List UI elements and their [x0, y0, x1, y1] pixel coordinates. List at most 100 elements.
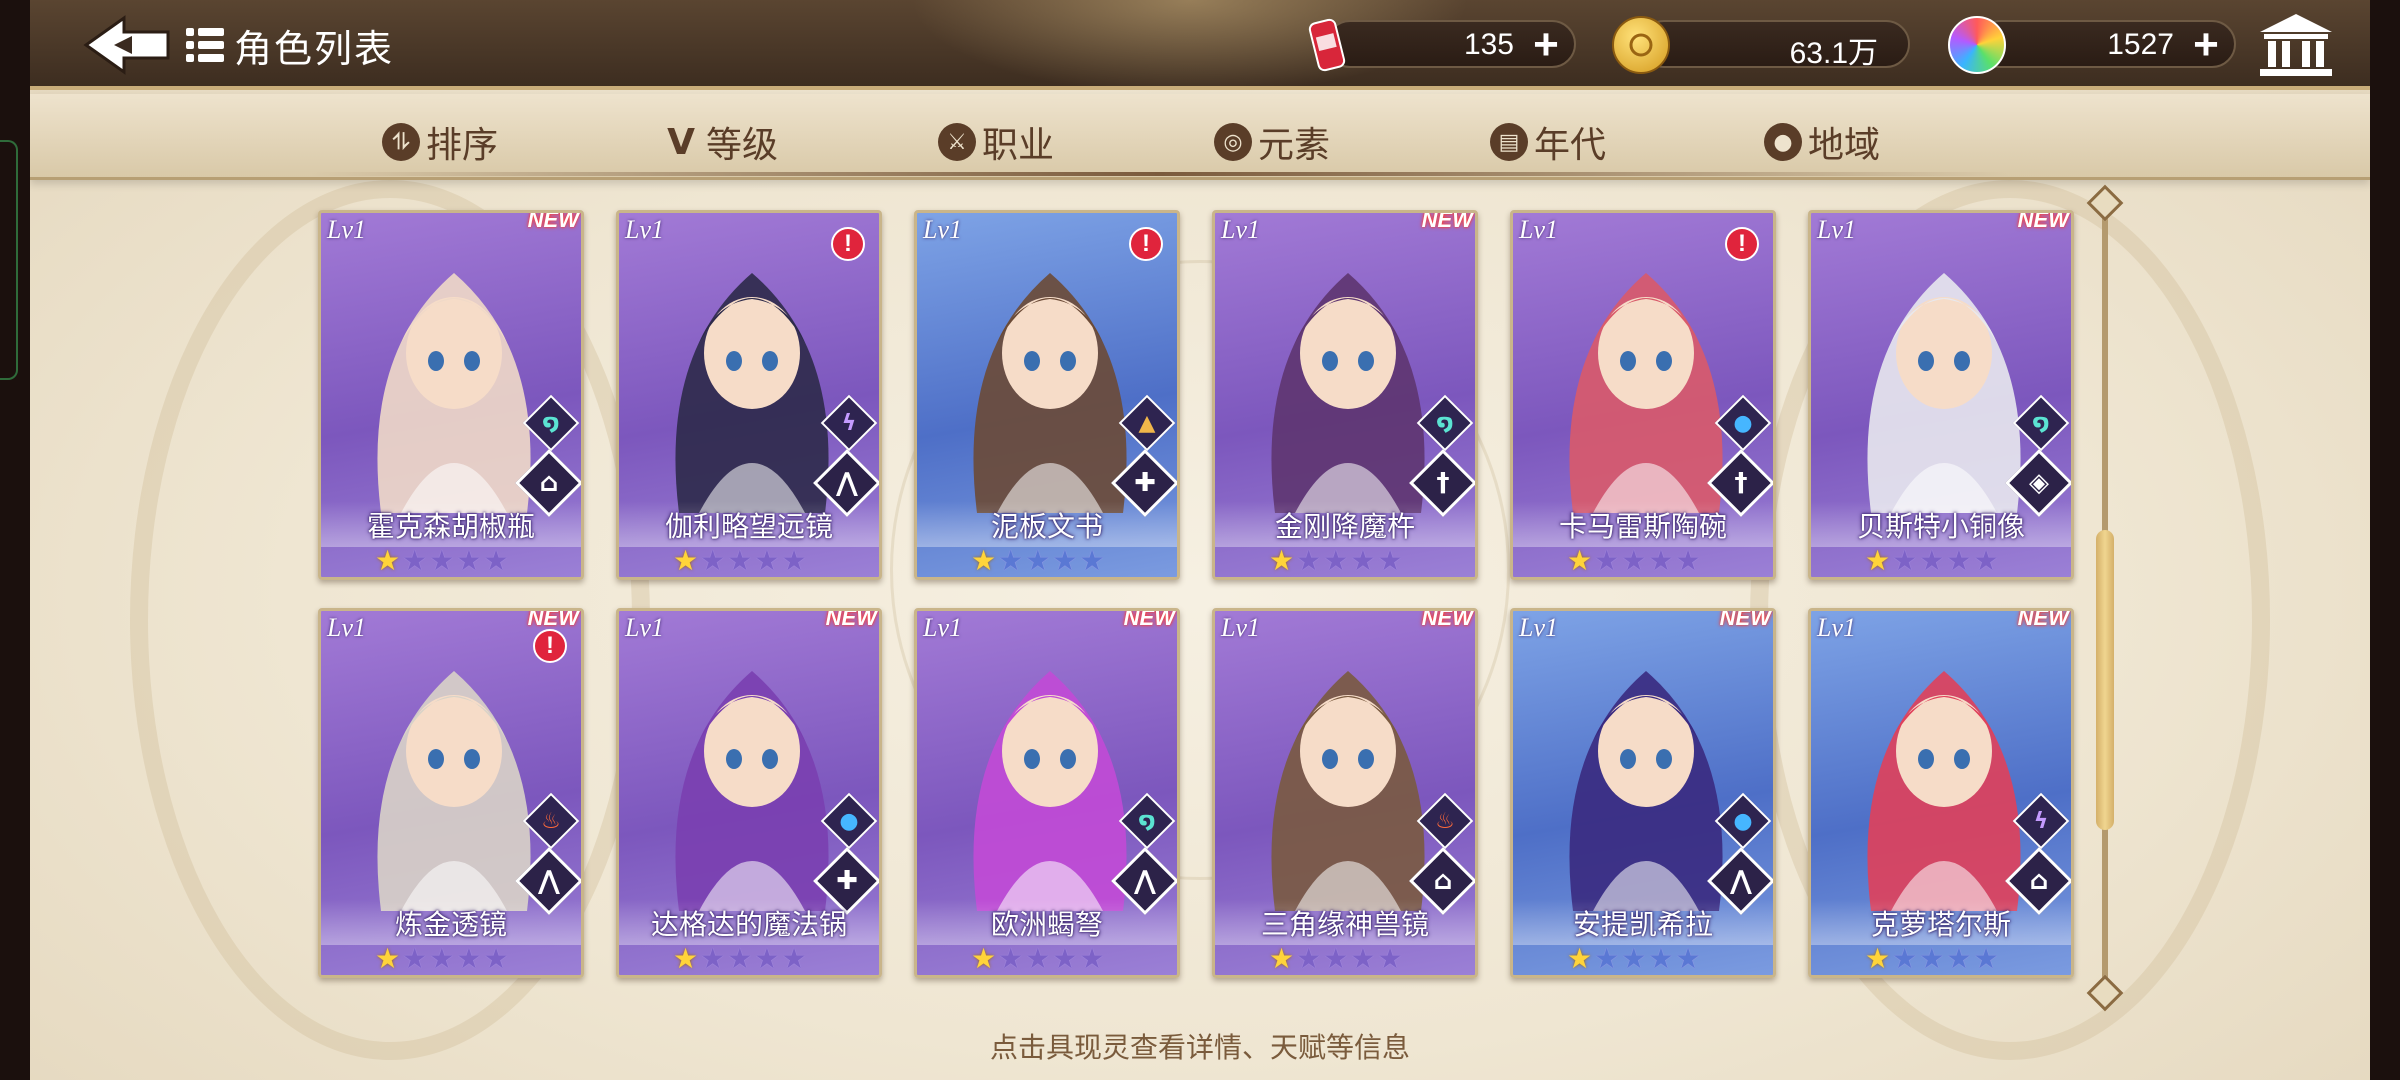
star-empty-icon: ★ [1675, 942, 1701, 975]
gems-value: 1527 [2107, 28, 2174, 61]
star-empty-icon: ★ [754, 942, 780, 975]
filter-class[interactable]: ⚔ 职业 [938, 116, 1054, 168]
alert-icon: ! [533, 629, 567, 663]
character-name: 炼金透镜 [394, 908, 507, 941]
star-rating: ★ ★ ★ ★ ★ [1567, 547, 1701, 575]
right-frame [2370, 0, 2400, 1080]
star-empty-icon: ★ [456, 544, 482, 577]
character-card[interactable]: Lv1! ϟ ⋀ 伽利略望远镜 ★ ★ ★ ★ ★ [616, 210, 882, 580]
level-label: Lv1 [1817, 613, 1856, 642]
star-empty-icon: ★ [1892, 544, 1918, 577]
star-empty-icon: ★ [1377, 544, 1403, 577]
new-badge: NEW [1719, 608, 1771, 630]
star-rating: ★ ★ ★ ★ ★ [971, 547, 1105, 575]
star-empty-icon: ★ [483, 544, 509, 577]
filter-sort-label: 排序 [426, 125, 499, 166]
star-rating: ★ ★ ★ ★ ★ [971, 945, 1105, 973]
character-card[interactable]: Lv1 NEW! ♨ ⋀ 炼金透镜 ★ ★ ★ ★ ★ [318, 608, 584, 978]
character-card[interactable]: Lv1 NEW ໑ ◈ 贝斯特小铜像 ★ ★ ★ ★ ★ [1808, 210, 2074, 580]
stamina-value: 135 [1463, 28, 1514, 61]
star-empty-icon: ★ [1323, 942, 1349, 975]
star-empty-icon: ★ [1648, 544, 1674, 577]
filter-era-label: 年代 [1534, 125, 1607, 166]
star-rating: ★ ★ ★ ★ ★ [1269, 547, 1403, 575]
character-card[interactable]: Lv1 NEW ● ✚ 达格达的魔法锅 ★ ★ ★ ★ ★ [616, 608, 882, 978]
star-empty-icon: ★ [1079, 942, 1105, 975]
star-empty-icon: ★ [429, 544, 455, 577]
new-badge: NEW [1123, 608, 1175, 630]
alert-icon: ! [1129, 227, 1163, 261]
star-empty-icon: ★ [1946, 942, 1972, 975]
star-empty-icon: ★ [1919, 942, 1945, 975]
filter-era[interactable]: ▤ 年代 [1490, 116, 1606, 168]
era-icon: ▤ [1490, 123, 1528, 161]
star-filled-icon: ★ [375, 544, 401, 577]
character-card[interactable]: Lv1! ● † 卡马雷斯陶碗 ★ ★ ★ ★ ★ [1510, 210, 1776, 580]
back-arrow-icon [83, 15, 170, 75]
filter-element[interactable]: ◎ 元素 [1214, 116, 1330, 168]
star-empty-icon: ★ [998, 544, 1024, 577]
character-name: 贝斯特小铜像 [1856, 510, 2025, 543]
star-empty-icon: ★ [1946, 544, 1972, 577]
add-stamina-button[interactable]: + [1526, 23, 1566, 67]
star-empty-icon: ★ [781, 544, 807, 577]
level-label: Lv1 [1221, 215, 1260, 244]
top-bar: 角色列表 135 + 63.1万 1527 + [30, 0, 2370, 96]
star-rating: ★ ★ ★ ★ ★ [673, 945, 807, 973]
star-filled-icon: ★ [673, 544, 699, 577]
new-badge: NEW [1421, 608, 1473, 630]
star-filled-icon: ★ [375, 942, 401, 975]
star-filled-icon: ★ [1865, 942, 1891, 975]
character-name: 达格达的魔法锅 [650, 908, 847, 941]
star-empty-icon: ★ [727, 942, 753, 975]
level-label: Lv1 [1817, 215, 1856, 244]
star-empty-icon: ★ [1052, 942, 1078, 975]
resource-stamina: 135 + [1308, 18, 1576, 72]
side-edge-tab[interactable] [0, 140, 18, 380]
star-empty-icon: ★ [1648, 942, 1674, 975]
star-empty-icon: ★ [1025, 942, 1051, 975]
character-name: 伽利略望远镜 [664, 510, 833, 543]
character-card[interactable]: Lv1 NEW ♨ ⌂ 三角缘神兽镜 ★ ★ ★ ★ ★ [1212, 608, 1478, 978]
star-empty-icon: ★ [1973, 544, 1999, 577]
character-name: 克萝塔尔斯 [1870, 908, 2011, 941]
character-card[interactable]: Lv1! ▲ ✚ 泥板文书 ★ ★ ★ ★ ★ [914, 210, 1180, 580]
filter-level[interactable]: V 等级 [662, 116, 778, 168]
title-group: 角色列表 [186, 20, 394, 71]
scroll-thumb[interactable] [2096, 530, 2114, 830]
star-filled-icon: ★ [1269, 544, 1295, 577]
character-card[interactable]: Lv1 NEW ໑ ⋀ 欧洲蝎弩 ★ ★ ★ ★ ★ [914, 608, 1180, 978]
back-button[interactable] [80, 14, 176, 76]
museum-button[interactable] [2258, 12, 2334, 78]
star-filled-icon: ★ [1567, 942, 1593, 975]
soda-can-icon [1298, 16, 1356, 74]
star-rating: ★ ★ ★ ★ ★ [1865, 547, 1999, 575]
hint-text: 点击具现灵查看详情、天赋等信息 [989, 1031, 1410, 1064]
character-card[interactable]: Lv1 NEW ໑ ⌂ 霍克森胡椒瓶 ★ ★ ★ ★ ★ [318, 210, 584, 580]
add-gems-button[interactable]: + [2186, 23, 2226, 67]
star-empty-icon: ★ [1296, 544, 1322, 577]
star-empty-icon: ★ [700, 942, 726, 975]
star-empty-icon: ★ [429, 942, 455, 975]
filter-bar: ⥮ 排序 V 等级 ⚔ 职业 ◎ 元素 ▤ 年代 ● 地域 [30, 94, 2370, 180]
level-label: Lv1 [1519, 613, 1558, 642]
character-card[interactable]: Lv1 NEW ● ⋀ 安提凯希拉 ★ ★ ★ ★ ★ [1510, 608, 1776, 978]
star-empty-icon: ★ [998, 942, 1024, 975]
star-filled-icon: ★ [1567, 544, 1593, 577]
star-empty-icon: ★ [1594, 544, 1620, 577]
filter-level-label: 等级 [706, 125, 779, 166]
filter-region[interactable]: ● 地域 [1764, 116, 1880, 168]
filter-class-label: 职业 [982, 125, 1055, 166]
star-empty-icon: ★ [727, 544, 753, 577]
filter-region-label: 地域 [1808, 125, 1881, 166]
star-empty-icon: ★ [1892, 942, 1918, 975]
star-empty-icon: ★ [402, 942, 428, 975]
star-empty-icon: ★ [1621, 544, 1647, 577]
character-card[interactable]: Lv1 NEW ϟ ⌂ 克萝塔尔斯 ★ ★ ★ ★ ★ [1808, 608, 2074, 978]
star-filled-icon: ★ [971, 942, 997, 975]
level-label: Lv1 [1221, 613, 1260, 642]
filter-sort[interactable]: ⥮ 排序 [382, 116, 498, 168]
new-badge: NEW [2017, 608, 2069, 630]
character-card[interactable]: Lv1 NEW ໑ † 金刚降魔杵 ★ ★ ★ ★ ★ [1212, 210, 1478, 580]
star-empty-icon: ★ [402, 544, 428, 577]
